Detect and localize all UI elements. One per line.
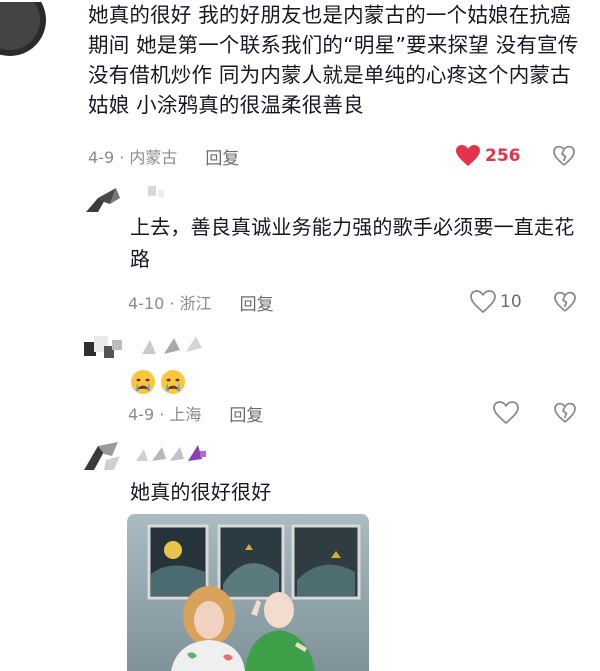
reply-username[interactable] <box>140 336 204 356</box>
reply-username[interactable] <box>136 443 212 463</box>
reply-like-button[interactable]: 10 <box>470 288 522 316</box>
heart-icon <box>470 290 496 314</box>
reply-button[interactable]: 回复 <box>240 290 274 315</box>
reply-text: 上去，善良真诚业务能力强的歌手必须要一直走花路 <box>130 215 575 271</box>
comment-date-location: 4-9 · 内蒙古 <box>88 148 178 167</box>
broken-heart-icon[interactable] <box>552 144 576 168</box>
like-count: 256 <box>485 146 521 166</box>
reply-button[interactable]: 回复 <box>205 144 239 169</box>
reply-meta: 4-10 · 浙江 回复 <box>128 288 274 316</box>
broken-heart-icon[interactable] <box>553 290 577 314</box>
reply-text: 她真的很好很好 <box>130 480 272 504</box>
reply-emoji-row <box>130 364 190 396</box>
broken-heart-icon[interactable] <box>553 401 577 425</box>
reply-attached-photo[interactable] <box>127 514 369 671</box>
reply-date-location: 4-10 · 浙江 <box>128 294 212 313</box>
heart-icon <box>493 401 519 425</box>
reply-avatar[interactable] <box>84 332 124 364</box>
main-like-button[interactable]: 256 <box>455 142 521 170</box>
crying-face-icon <box>131 369 155 394</box>
crying-face-icon <box>161 369 185 394</box>
like-count: 10 <box>500 292 522 312</box>
commenter-avatar[interactable] <box>0 2 56 58</box>
heart-icon <box>456 145 480 166</box>
reply-meta: 4-9 · 上海 回复 <box>128 399 263 427</box>
photo-image <box>127 514 369 671</box>
reply-date-location: 4-9 · 上海 <box>128 405 202 424</box>
reply-avatar[interactable] <box>86 184 124 216</box>
reply-avatar[interactable] <box>84 440 124 472</box>
main-comment-meta: 4-9 · 内蒙古 回复 <box>88 142 239 170</box>
reply-username[interactable] <box>140 186 180 206</box>
reply-like-button[interactable] <box>493 399 523 427</box>
main-comment-text: 她真的很好 我的好朋友也是内蒙古的一个姑娘在抗癌期间 她是第一个联系我们的“明星… <box>88 3 579 117</box>
reply-button[interactable]: 回复 <box>229 401 263 426</box>
